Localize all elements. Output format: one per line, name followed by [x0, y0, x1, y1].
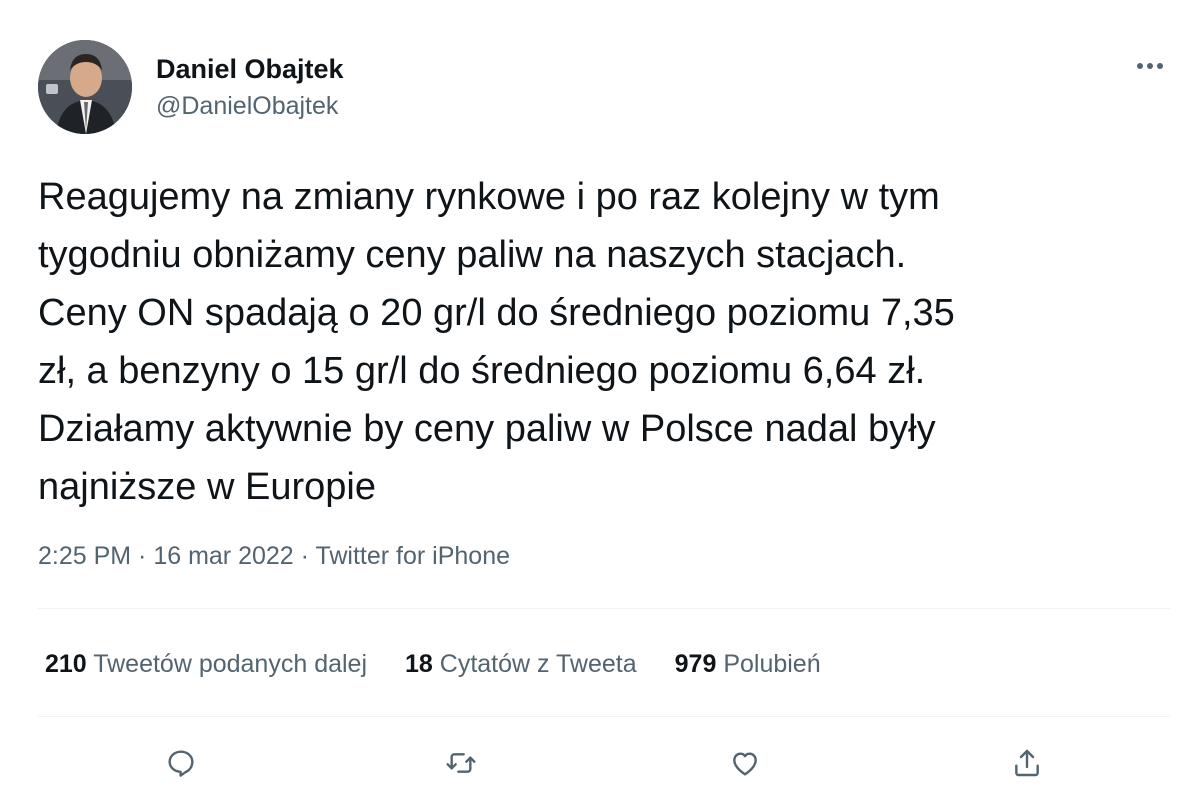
tweet-card: Daniel Obajtek @DanielObajtek Reagujemy … [0, 0, 1200, 799]
reply-icon [168, 750, 194, 777]
like-button[interactable] [720, 738, 770, 788]
divider [38, 608, 1170, 609]
reply-button[interactable] [156, 738, 206, 788]
share-icon [1015, 749, 1039, 777]
author-display-name[interactable]: Daniel Obajtek [156, 52, 344, 86]
tweet-stats: 210 Tweetów podanych dalej 18 Cytatów z … [45, 646, 859, 682]
likes-stat[interactable]: 979 Polubień [675, 646, 821, 682]
tweet-date[interactable]: 16 mar 2022 [153, 542, 293, 570]
tweet-actions [38, 738, 1170, 788]
retweet-icon [446, 753, 476, 773]
meta-separator: · [131, 542, 154, 570]
quotes-stat[interactable]: 18 Cytatów z Tweeta [405, 646, 637, 682]
divider [38, 716, 1170, 717]
retweets-label: Tweetów podanych dalej [93, 650, 368, 678]
quotes-label: Cytatów z Tweeta [439, 650, 637, 678]
likes-label: Polubień [723, 650, 821, 678]
tweet-meta: 2:25 PM · 16 mar 2022 · Twitter for iPho… [38, 538, 510, 574]
likes-count: 979 [674, 650, 717, 678]
retweet-button[interactable] [436, 738, 486, 788]
meta-separator: · [293, 542, 316, 570]
tweet-text: Reagujemy na zmiany rynkowe i po raz kol… [38, 176, 955, 508]
tweet-source[interactable]: Twitter for iPhone [315, 542, 510, 570]
retweets-count: 210 [45, 650, 87, 678]
more-button[interactable] [1130, 52, 1170, 80]
heart-icon [733, 752, 757, 776]
author-names: Daniel Obajtek @DanielObajtek [156, 52, 344, 122]
more-horizontal-icon [1137, 63, 1163, 69]
tweet-time[interactable]: 2:25 PM [38, 542, 131, 570]
share-button[interactable] [1002, 738, 1052, 788]
tweet-header: Daniel Obajtek @DanielObajtek [38, 40, 1170, 136]
avatar[interactable] [38, 40, 132, 134]
quotes-count: 18 [405, 650, 433, 678]
retweets-stat[interactable]: 210 Tweetów podanych dalej [45, 646, 367, 682]
author-handle[interactable]: @DanielObajtek [156, 90, 344, 122]
